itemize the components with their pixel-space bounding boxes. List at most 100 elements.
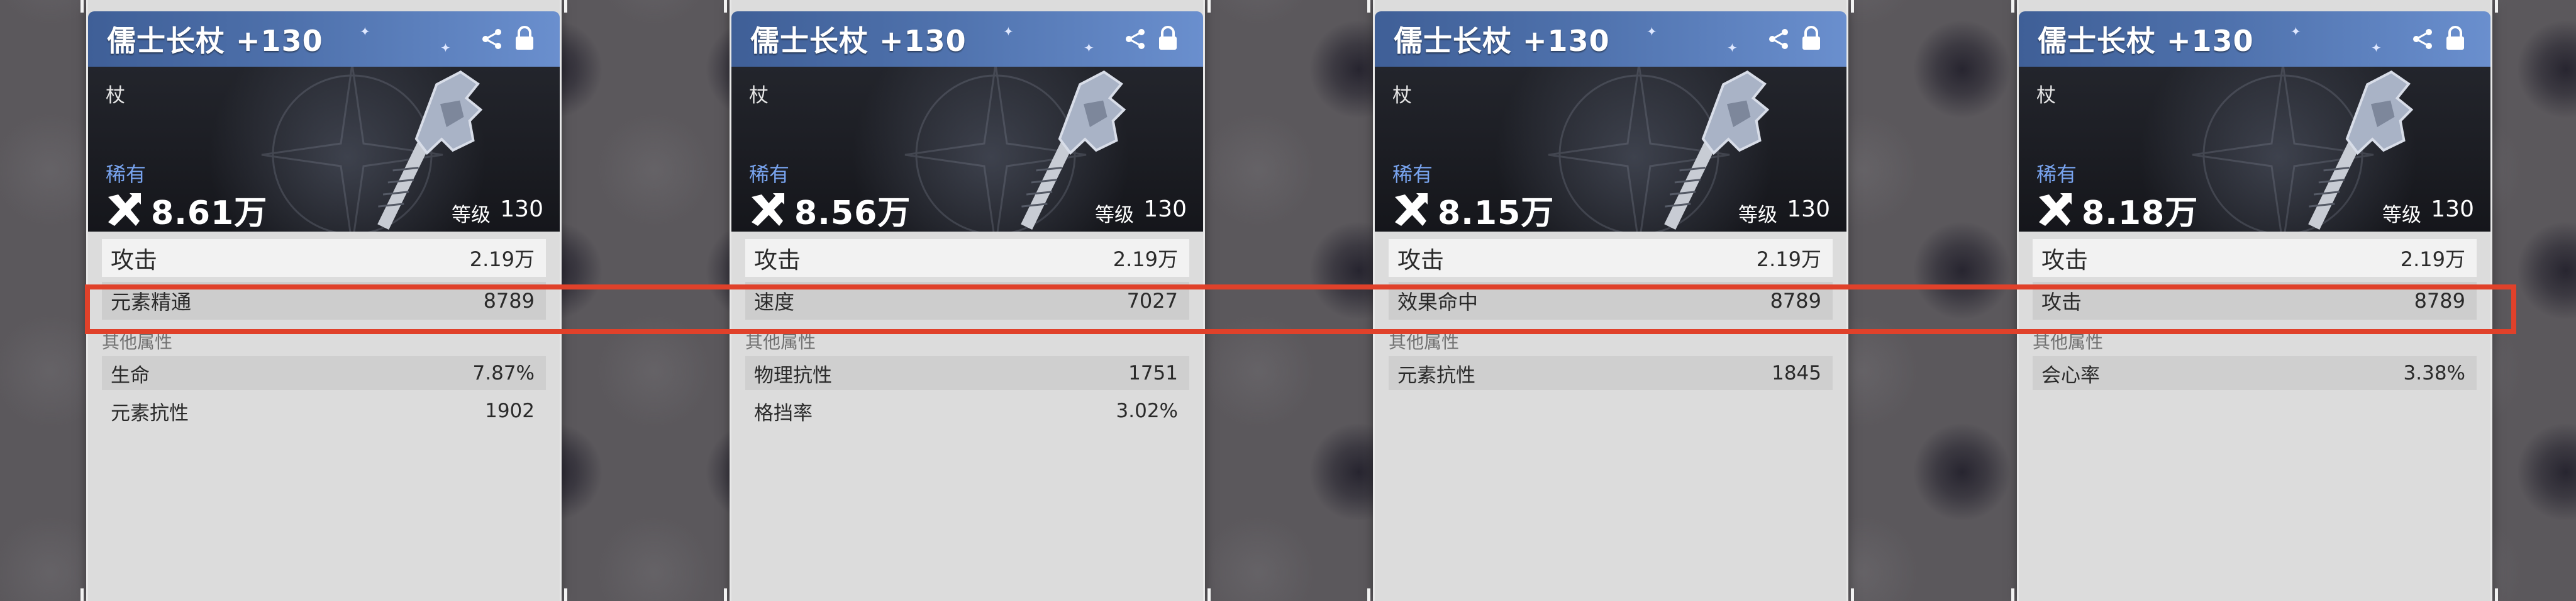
stat-value: 8789 — [2414, 289, 2465, 313]
frame-corner — [724, 0, 740, 13]
other-stat-row: 元素抗性 1845 — [1389, 356, 1833, 390]
staff-weapon-art — [2308, 70, 2414, 230]
level-value: 130 — [500, 196, 543, 222]
stat-value: 3.02% — [1116, 400, 1178, 422]
other-stats-header: 其他属性 — [2033, 332, 2104, 352]
item-title: 儒士长杖 +130 — [1394, 24, 1610, 58]
stat-value: 2.19万 — [2400, 247, 2465, 271]
stat-name: 攻击 — [2041, 290, 2082, 314]
stat-name: 格挡率 — [754, 402, 813, 425]
staff-weapon-art — [377, 70, 483, 230]
main-stat-row: 攻击 2.19万 — [102, 239, 546, 277]
stat-value: 1902 — [485, 400, 535, 422]
level-label: 等级 — [1095, 204, 1134, 227]
item-title: 儒士长杖 +130 — [2038, 24, 2254, 58]
stat-value: 1751 — [1128, 362, 1178, 385]
stat-value: 2.19万 — [1756, 247, 1821, 271]
stat-name: 攻击 — [754, 247, 801, 274]
power-rating: 8.18万 — [2082, 194, 2199, 232]
other-stat-row: 元素抗性 1902 — [102, 394, 546, 428]
item-title: 儒士长杖 +130 — [107, 24, 323, 58]
share-icon[interactable] — [2410, 26, 2435, 52]
power-rating: 8.15万 — [1438, 194, 1555, 232]
other-stat-row: 物理抗性 1751 — [745, 356, 1189, 390]
share-icon[interactable] — [1766, 26, 1791, 52]
share-icon[interactable] — [1123, 26, 1148, 52]
stat-value: 2.19万 — [469, 247, 535, 271]
power-row: 8.15万 — [1391, 186, 1554, 232]
main-stat-row: 攻击 2.19万 — [745, 239, 1189, 277]
frame-corner — [80, 0, 97, 13]
crossed-tools-icon — [108, 193, 141, 226]
stat-value: 8789 — [1770, 289, 1821, 313]
item-rarity: 稀有 — [2036, 162, 2077, 186]
frame-corner — [1838, 0, 1854, 13]
stat-name: 会心率 — [2041, 364, 2100, 387]
stat-value: 1845 — [1772, 362, 1821, 385]
frame-corner — [1367, 588, 1384, 601]
stats-panel: 攻击 2.19万 攻击 8789 其他属性 会心率 3.38% — [2019, 239, 2490, 394]
sub-stat-row: 效果命中 8789 — [1389, 282, 1833, 320]
sparkle-icon: ✦ — [1727, 40, 1738, 55]
item-rarity: 稀有 — [106, 162, 147, 186]
crossed-tools-icon — [1395, 193, 1428, 226]
item-card-3[interactable]: 儒士长杖 +130 ✦ ✦ 杖 稀有 8.15万 等级 130 攻击 2.19万… — [1367, 0, 1854, 601]
lock-icon[interactable] — [513, 25, 536, 52]
stats-panel: 攻击 2.19万 速度 7027 其他属性 物理抗性 1751 格挡率 3.02… — [731, 239, 1203, 432]
frame-corner — [2482, 588, 2498, 601]
frame-corner — [80, 588, 97, 601]
stat-name: 生命 — [111, 364, 150, 387]
other-stat-row: 会心率 3.38% — [2033, 356, 2477, 390]
stat-name: 元素精通 — [111, 290, 192, 314]
frame-corner — [1838, 588, 1854, 601]
item-card-1[interactable]: 儒士长杖 +130 ✦ ✦ 杖 稀有 8.61万 等级 130 攻击 2.19万… — [80, 0, 567, 601]
frame-corner — [551, 0, 567, 13]
power-rating: 8.56万 — [794, 194, 911, 232]
item-title: 儒士长杖 +130 — [750, 24, 967, 58]
frame-corner — [1367, 0, 1384, 13]
sparkle-icon: ✦ — [440, 40, 451, 55]
stat-name: 攻击 — [1397, 247, 1444, 274]
level-value: 130 — [2431, 196, 2474, 222]
item-title-bar: 儒士长杖 +130 ✦ ✦ — [88, 11, 560, 67]
sparkle-icon: ✦ — [1646, 24, 1657, 39]
item-category: 杖 — [1392, 84, 1412, 107]
item-category: 杖 — [106, 84, 125, 107]
item-banner: 杖 稀有 8.15万 等级 130 — [1375, 67, 1846, 232]
power-row: 8.56万 — [748, 186, 911, 232]
share-icon[interactable] — [479, 26, 504, 52]
lock-icon[interactable] — [1157, 25, 1179, 52]
item-rarity: 稀有 — [749, 162, 790, 186]
level-value: 130 — [1787, 196, 1830, 222]
lock-icon[interactable] — [2444, 25, 2467, 52]
sparkle-icon: ✦ — [2371, 40, 2382, 55]
stat-name: 元素抗性 — [111, 402, 189, 425]
item-card-2[interactable]: 儒士长杖 +130 ✦ ✦ 杖 稀有 8.56万 等级 130 攻击 2.19万… — [724, 0, 1211, 601]
sub-stat-row: 元素精通 8789 — [102, 282, 546, 320]
other-stat-row: 格挡率 3.02% — [745, 394, 1189, 428]
stat-value: 2.19万 — [1113, 247, 1178, 271]
sparkle-icon: ✦ — [360, 24, 370, 39]
lock-icon[interactable] — [1800, 25, 1823, 52]
item-rarity: 稀有 — [1392, 162, 1433, 186]
frame-corner — [551, 588, 567, 601]
sparkle-icon: ✦ — [2290, 24, 2301, 39]
power-rating: 8.61万 — [151, 194, 268, 232]
stat-value: 8789 — [483, 289, 535, 313]
main-stat-row: 攻击 2.19万 — [2033, 239, 2477, 277]
stat-value: 7027 — [1126, 289, 1178, 313]
item-card-4[interactable]: 儒士长杖 +130 ✦ ✦ 杖 稀有 8.18万 等级 130 攻击 2.19万… — [2011, 0, 2498, 601]
frame-corner — [724, 588, 740, 601]
other-stat-row: 生命 7.87% — [102, 356, 546, 390]
stat-value: 3.38% — [2403, 362, 2465, 385]
sub-stat-row: 速度 7027 — [745, 282, 1189, 320]
frame-corner — [1194, 0, 1211, 13]
power-row: 8.18万 — [2035, 186, 2198, 232]
item-banner: 杖 稀有 8.56万 等级 130 — [731, 67, 1203, 232]
sparkle-icon: ✦ — [1084, 40, 1094, 55]
other-stats-header: 其他属性 — [102, 332, 173, 352]
main-stat-row: 攻击 2.19万 — [1389, 239, 1833, 277]
staff-weapon-art — [1664, 70, 1770, 230]
item-banner: 杖 稀有 8.61万 等级 130 — [88, 67, 560, 232]
stat-name: 速度 — [754, 290, 795, 314]
